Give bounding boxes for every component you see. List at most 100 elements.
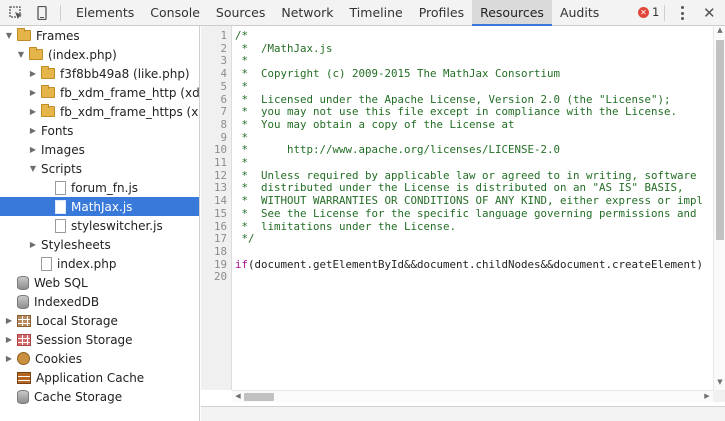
sidebar-item-label: Images — [41, 142, 85, 157]
document-icon — [55, 180, 66, 195]
scroll-down-icon[interactable]: ▼ — [714, 378, 725, 386]
vertical-scrollbar[interactable]: ▲ ▼ — [713, 26, 725, 390]
collapsed-arrow-icon[interactable]: ▶ — [28, 240, 38, 249]
collapsed-arrow-icon[interactable]: ▶ — [28, 88, 38, 97]
horizontal-scrollbar[interactable]: ◀ ▶ — [232, 390, 713, 402]
collapsed-arrow-icon[interactable]: ▶ — [28, 145, 38, 154]
tab-audits[interactable]: Audits — [552, 0, 607, 26]
sidebar-item[interactable]: ▶ Stylesheets — [0, 235, 199, 254]
code-line: */ — [235, 232, 255, 246]
sidebar-item[interactable]: ▶Web SQL — [0, 273, 199, 292]
close-icon[interactable]: ✕ — [703, 4, 716, 22]
collapsed-arrow-icon[interactable]: ▶ — [28, 126, 38, 135]
sidebar-item[interactable]: ▼ Scripts — [0, 159, 199, 178]
code-line: * /MathJax.js — [235, 41, 333, 56]
code-line: * Copyright (c) 2009-2015 The MathJax Co… — [235, 67, 561, 81]
sidebar-item[interactable]: ▶ Local Storage — [0, 311, 199, 330]
sidebar-item-label: Local Storage — [36, 313, 118, 328]
document-icon — [55, 218, 66, 233]
editor-status-bar — [201, 406, 725, 421]
sidebar-item-label: Application Cache — [36, 370, 145, 385]
line-number: 5 — [220, 79, 227, 93]
tab-console[interactable]: Console — [142, 0, 208, 26]
more-options-icon[interactable] — [677, 5, 687, 21]
sidebar-item[interactable]: ▶ Fonts — [0, 121, 199, 140]
line-number: 17 — [213, 232, 227, 246]
scroll-left-icon[interactable]: ◀ — [232, 392, 244, 400]
sidebar-item-label: (index.php) — [48, 47, 117, 62]
scroll-corner — [713, 390, 725, 402]
device-mode-icon[interactable] — [32, 3, 52, 23]
tab-profiles[interactable]: Profiles — [411, 0, 472, 26]
collapsed-arrow-icon[interactable]: ▶ — [28, 69, 38, 78]
sidebar-item-label: Session Storage — [36, 332, 133, 347]
sidebar-item-label: fb_xdm_frame_https (x… — [60, 104, 199, 119]
vertical-scroll-thumb[interactable] — [716, 40, 724, 240]
expanded-arrow-icon[interactable]: ▼ — [16, 50, 26, 59]
sidebar-item[interactable]: ▶ fb_xdm_frame_http (xd… — [0, 83, 199, 102]
code-text: * /MathJax.js — [235, 41, 333, 55]
sidebar-item[interactable]: ▶ f3f8bb49a8 (like.php) — [0, 64, 199, 83]
cookie-icon — [17, 352, 30, 365]
tab-resources[interactable]: Resources — [472, 0, 552, 26]
line-number: 20 — [213, 270, 227, 284]
sidebar-item[interactable]: ▶ Images — [0, 140, 199, 159]
sidebar-item[interactable]: ▶Cache Storage — [0, 387, 199, 406]
expanded-arrow-icon[interactable]: ▼ — [4, 31, 14, 40]
sidebar-item[interactable]: ▶IndexedDB — [0, 292, 199, 311]
database-icon — [17, 275, 29, 290]
tab-timeline[interactable]: Timeline — [342, 0, 411, 26]
sidebar-item[interactable]: ▼ (index.php) — [0, 45, 199, 64]
sidebar-item[interactable]: ▶styleswitcher.js — [0, 216, 199, 235]
sidebar-item-label: Web SQL — [34, 275, 88, 290]
sidebar-item[interactable]: ▶ fb_xdm_frame_https (x… — [0, 102, 199, 121]
sidebar-item[interactable]: ▼ Frames — [0, 26, 199, 45]
folder-icon — [29, 47, 43, 60]
sidebar-item-label: fb_xdm_frame_http (xd… — [60, 85, 199, 100]
collapsed-arrow-icon[interactable]: ▶ — [4, 354, 14, 363]
line-number: 8 — [220, 117, 227, 131]
sidebar-item[interactable]: ▶forum_fn.js — [0, 178, 199, 197]
line-number: 7 — [220, 105, 227, 119]
app-cache-icon — [17, 371, 31, 384]
scroll-right-icon[interactable]: ▶ — [701, 392, 713, 400]
line-number: 1 — [220, 29, 227, 42]
sidebar-item[interactable]: ▶MathJax.js — [0, 197, 199, 216]
code-text: * http://www.apache.org/licenses/LICENSE… — [235, 143, 561, 157]
storage-grid-icon — [17, 333, 31, 346]
sidebar-item-label: Fonts — [41, 123, 74, 138]
source-editor[interactable]: 1 2 3 4 5 6 7 8 9 10 11 12 13 14 15 16 17 18 19 20 /* * /Ma… — [201, 26, 725, 406]
code-text: * you may not use this file except in co… — [235, 105, 678, 119]
collapsed-arrow-icon[interactable]: ▶ — [4, 316, 14, 325]
sidebar-item-label: Cookies — [35, 351, 82, 366]
collapsed-arrow-icon[interactable]: ▶ — [4, 335, 14, 344]
tab-sources[interactable]: Sources — [208, 0, 273, 26]
code-text: * Licensed under the Apache License, Ver… — [235, 92, 671, 106]
document-icon — [55, 199, 66, 214]
code-line: * limitations under the License. — [235, 219, 457, 234]
database-icon — [17, 294, 29, 309]
code-text: * limitations under the License. — [235, 219, 457, 233]
horizontal-scroll-thumb[interactable] — [244, 393, 274, 401]
folder-icon — [41, 66, 55, 79]
code-text: * Unless required by applicable law or a… — [235, 168, 697, 182]
tab-network[interactable]: Network — [273, 0, 341, 26]
scroll-up-icon[interactable]: ▲ — [714, 26, 725, 34]
tab-elements[interactable]: Elements — [68, 0, 142, 26]
collapsed-arrow-icon[interactable]: ▶ — [28, 107, 38, 116]
sidebar-item[interactable]: ▶ Cookies — [0, 349, 199, 368]
expanded-arrow-icon[interactable]: ▼ — [28, 164, 38, 173]
inspect-element-icon[interactable] — [6, 3, 26, 23]
sidebar-item[interactable]: ▶Application Cache — [0, 368, 199, 387]
line-number: 18 — [213, 244, 227, 258]
document-icon — [41, 256, 52, 271]
toolbar-divider — [664, 5, 665, 21]
sidebar-item-label: forum_fn.js — [71, 180, 139, 195]
sidebar-item-label: Frames — [36, 28, 80, 43]
sidebar-item[interactable]: ▶index.php — [0, 254, 199, 273]
storage-grid-icon — [17, 314, 31, 327]
sidebar-item[interactable]: ▶ Session Storage — [0, 330, 199, 349]
line-number: 4 — [220, 67, 227, 81]
code-area[interactable]: /* * /MathJax.js * * Copyright (c) 2009-… — [235, 26, 713, 390]
error-counter[interactable]: ✕ 1 — [638, 5, 659, 19]
